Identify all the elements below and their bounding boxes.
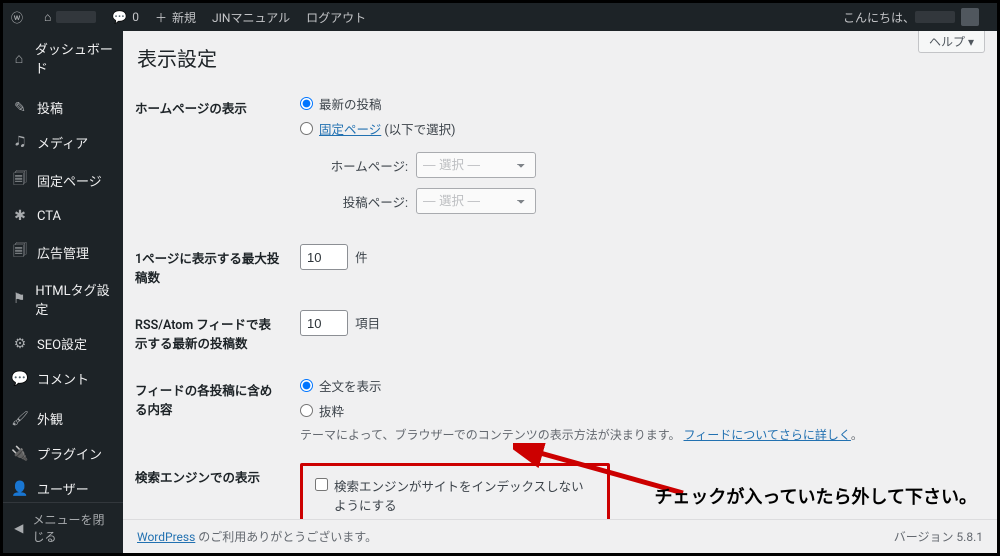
new-label: 新規 (172, 9, 196, 26)
media-icon: 🎝 (11, 135, 29, 151)
feed-learn-more-link[interactable]: フィードについてさらに詳しく (684, 428, 851, 442)
rss-items-label: RSS/Atom フィードで表示する最新の投稿数 (135, 300, 290, 366)
posts-icon: ✎ (11, 100, 29, 116)
postspage-select-label: 投稿ページ: (328, 192, 408, 211)
footer-wordpress-link[interactable]: WordPress (137, 530, 195, 544)
admin-toolbar: ⓦ ⌂ 💬0 ＋新規 JINマニュアル ログアウト こんにちは、 (3, 3, 997, 31)
menu-cta[interactable]: ✱CTA (3, 200, 123, 232)
site-home-link[interactable]: ⌂ (36, 3, 104, 31)
username-placeholder (915, 11, 955, 23)
ads-icon: 🗐 (11, 240, 29, 264)
feed-content-desc: テーマによって、ブラウザーでのコンテンツの表示方法が決まります。 フィードについ… (300, 426, 969, 443)
seo-discourage-checkbox[interactable] (315, 478, 328, 491)
menu-media[interactable]: 🎝メディア (3, 125, 123, 160)
footer-version: バージョン 5.8.1 (894, 528, 983, 545)
radio-feed-full[interactable] (300, 379, 313, 392)
radio-latest-posts-label[interactable]: 最新の投稿 (319, 94, 382, 113)
collapse-icon: ◀ (11, 521, 26, 535)
comments-link[interactable]: 💬0 (104, 3, 147, 31)
wp-logo-menu[interactable]: ⓦ (3, 3, 36, 31)
page-title: 表示設定 (135, 39, 979, 84)
homepage-label: ホームページの表示 (135, 84, 290, 234)
home-icon: ⌂ (44, 10, 51, 24)
pages-icon: 🗐 (11, 168, 29, 192)
logout-link[interactable]: ログアウト (298, 3, 374, 31)
radio-static-page[interactable] (300, 122, 313, 135)
content-area: ヘルプ ▾ 表示設定 ホームページの表示 最新の投稿 固定ページ (以下で選択)… (123, 31, 997, 553)
brush-icon: 🖌 (11, 411, 29, 427)
admin-sidebar: ⌂ダッシュボード ✎投稿 🎝メディア 🗐固定ページ ✱CTA 🗐広告管理 ⚑HT… (3, 31, 123, 553)
posts-per-page-unit: 件 (355, 251, 368, 266)
feed-content-label: フィードの各投稿に含める内容 (135, 366, 290, 453)
menu-plugins[interactable]: 🔌プラグイン (3, 436, 123, 471)
static-page-link[interactable]: 固定ページ (319, 123, 381, 138)
plug-icon: 🔌 (11, 446, 29, 462)
menu-seo[interactable]: ⚙SEO設定 (3, 326, 123, 361)
plus-icon: ＋ (155, 9, 167, 26)
menu-comments[interactable]: 💬コメント (3, 361, 123, 396)
annotation-text: チェックが入っていたら外して下さい。 (654, 483, 977, 509)
posts-per-page-input[interactable] (300, 244, 348, 270)
homepage-select-label: ホームページ: (328, 156, 408, 175)
radio-feed-full-label[interactable]: 全文を表示 (319, 376, 382, 395)
seo-checkbox-label: 検索エンジンがサイトをインデックスしないようにする (334, 476, 595, 514)
comments-icon: 💬 (11, 371, 29, 387)
rss-items-input[interactable] (300, 310, 348, 336)
menu-posts[interactable]: ✎投稿 (3, 90, 123, 125)
homepage-select[interactable]: — 選択 — (416, 152, 536, 178)
gear-icon: ⚙ (11, 336, 29, 352)
cta-icon: ✱ (11, 208, 29, 224)
collapse-menu[interactable]: ◀メニューを閉じる (3, 502, 123, 553)
comments-icon: 💬 (112, 10, 127, 24)
wordpress-icon: ⓦ (11, 9, 23, 26)
menu-appearance[interactable]: 🖌外観 (3, 401, 123, 436)
site-name-placeholder (56, 11, 96, 23)
footer-thanks-text: のご利用ありがとうございます。 (195, 530, 377, 544)
menu-pages[interactable]: 🗐固定ページ (3, 160, 123, 200)
menu-ads[interactable]: 🗐広告管理 (3, 232, 123, 272)
menu-dashboard[interactable]: ⌂ダッシュボード (3, 31, 123, 85)
radio-feed-summary[interactable] (300, 404, 313, 417)
new-content-menu[interactable]: ＋ 新規 (147, 3, 204, 31)
user-icon: 👤 (11, 481, 29, 497)
flag-icon: ⚑ (11, 291, 27, 307)
admin-footer: WordPress のご利用ありがとうございます。 バージョン 5.8.1 (123, 519, 997, 553)
dashboard-icon: ⌂ (11, 50, 27, 67)
greeting-prefix: こんにちは、 (843, 9, 915, 26)
rss-items-unit: 項目 (355, 317, 380, 332)
menu-htmltag[interactable]: ⚑HTMLタグ設定 (3, 272, 123, 326)
postspage-select[interactable]: — 選択 — (416, 188, 536, 214)
jin-manual-link[interactable]: JINマニュアル (204, 3, 298, 31)
menu-users[interactable]: 👤ユーザー (3, 471, 123, 506)
help-tab[interactable]: ヘルプ ▾ (918, 31, 985, 53)
my-account-menu[interactable]: こんにちは、 (835, 3, 987, 31)
posts-per-page-label: 1ページに表示する最大投稿数 (135, 234, 290, 300)
user-avatar (961, 8, 979, 26)
radio-latest-posts[interactable] (300, 97, 313, 110)
radio-feed-summary-label[interactable]: 抜粋 (319, 401, 344, 420)
comments-count: 0 (132, 10, 139, 24)
seo-checkbox-label-wrap[interactable]: 検索エンジンがサイトをインデックスしないようにする (315, 476, 595, 514)
radio-static-page-label[interactable]: 固定ページ (以下で選択) (319, 119, 456, 138)
